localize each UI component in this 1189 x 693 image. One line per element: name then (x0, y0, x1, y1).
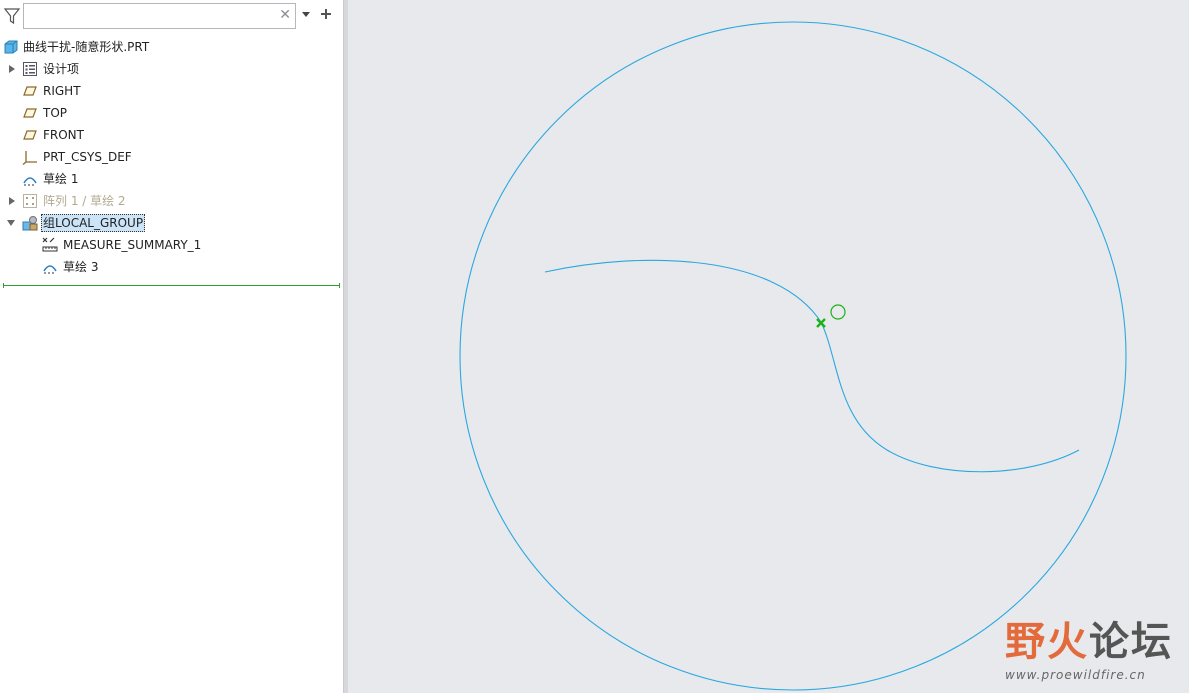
design-items-icon (23, 62, 37, 76)
pattern-icon (23, 194, 37, 208)
tree-item-label: PRT_CSYS_DEF (43, 150, 132, 164)
part-icon (4, 40, 18, 54)
graphics-window[interactable] (347, 0, 1189, 693)
tree-item-label: 阵列 1 / 草绘 2 (43, 194, 126, 208)
snap-indicator-circle (830, 304, 846, 320)
tree-item-label: MEASURE_SUMMARY_1 (63, 238, 202, 252)
chevron-down-icon[interactable] (301, 9, 311, 19)
tree-item-label: 设计项 (43, 62, 80, 76)
model-tree-panel: ✕ 曲线干扰-随意形状.PRT 设计项 RIGHT TOP FRONT PRT_… (0, 0, 343, 693)
measure-icon (42, 237, 58, 252)
sketch-icon (43, 265, 57, 274)
group-icon (22, 216, 38, 231)
filter-icon[interactable] (3, 7, 21, 25)
coordinate-system-icon (22, 151, 37, 165)
s-shaped-curve[interactable] (544, 259, 1080, 473)
tree-item-label: 草绘 1 (43, 172, 79, 186)
datum-plane-icon (23, 86, 37, 96)
tree-item-label: 组LOCAL_GROUP (41, 214, 146, 232)
tree-search-bar: ✕ (0, 0, 343, 34)
datum-plane-icon (23, 130, 37, 140)
tree-item-label: RIGHT (43, 84, 81, 98)
insert-here-marker[interactable] (3, 283, 340, 288)
intersection-point-marker[interactable] (816, 318, 826, 328)
outer-circle-curve[interactable] (459, 21, 1127, 691)
watermark-title: 野火论坛 (1005, 619, 1173, 665)
search-input[interactable] (28, 5, 277, 29)
sketch-icon (23, 177, 37, 186)
expand-arrow-icon[interactable] (7, 58, 17, 80)
watermark-logo: 野火论坛 www.proewildfire.cn (1003, 610, 1183, 690)
watermark-url: www.proewildfire.cn (1005, 668, 1146, 682)
tree-item-label: FRONT (43, 128, 84, 142)
expand-arrow-icon[interactable] (7, 190, 17, 212)
plus-icon[interactable] (319, 7, 333, 21)
search-box: ✕ (23, 3, 296, 29)
graphics-canvas (459, 21, 1127, 691)
tree-item-label: 曲线干扰-随意形状.PRT (23, 40, 150, 54)
datum-plane-icon (23, 108, 37, 118)
tree-item-label: 草绘 3 (63, 260, 99, 274)
close-icon[interactable]: ✕ (279, 7, 291, 23)
collapse-arrow-icon[interactable] (6, 212, 16, 234)
tree-item-label: TOP (43, 106, 68, 120)
